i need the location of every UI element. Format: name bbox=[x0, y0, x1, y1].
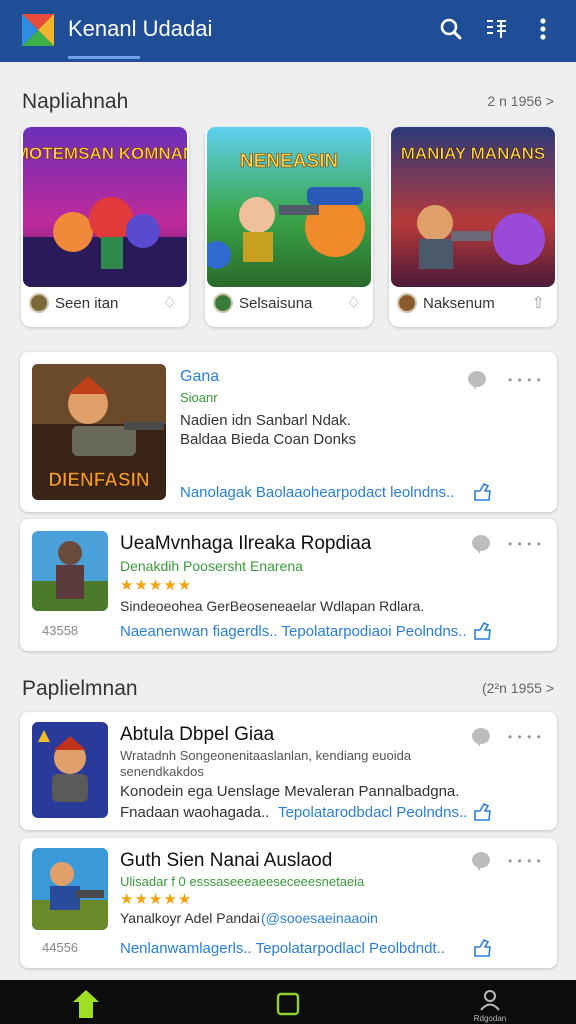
share-icon[interactable] bbox=[472, 621, 492, 641]
developer-avatar bbox=[29, 293, 49, 313]
more-vert-icon[interactable] bbox=[528, 14, 558, 44]
comment-icon[interactable] bbox=[468, 371, 486, 390]
cover-title-text: NENEASIN bbox=[240, 151, 338, 172]
cover-title-text: MANIAY MANANS bbox=[401, 144, 546, 163]
more-dots-icon[interactable]: • • • • bbox=[508, 730, 542, 744]
card-description: Yanalkoyr Adel Pandai bbox=[120, 910, 260, 926]
app-title: Kenanl Udadai bbox=[68, 16, 213, 41]
featured-card[interactable]: NENEASIN Selsaisuna ♢ bbox=[205, 127, 373, 327]
card-link-prefix: Fnadaan waohagada.. bbox=[120, 804, 270, 821]
card-link[interactable]: Nenlanwamlagerls.. Tepolatarpodlacl Peol… bbox=[120, 940, 445, 957]
rating-stars: ★★★★★ bbox=[120, 577, 193, 594]
section-see-more[interactable]: (2²n 1955 > bbox=[482, 680, 554, 696]
card-subtitle: Sioanr bbox=[180, 390, 218, 405]
grid-icon[interactable] bbox=[482, 14, 512, 44]
more-dots-icon[interactable]: • • • • bbox=[508, 373, 542, 387]
share-icon[interactable] bbox=[472, 802, 492, 822]
card-title[interactable]: UeaMvnhaga Ilreaka Ropdiaa bbox=[120, 533, 371, 555]
profile-label: Rdgodan bbox=[473, 1014, 507, 1023]
card-subtitle: Ulisadar f 0 esssaseeeaeeseceeesnetaeia bbox=[120, 874, 365, 889]
card-description: Sindeoeohea GerBeoseneaelar Wdlapan Rdla… bbox=[120, 598, 425, 614]
home-icon[interactable] bbox=[68, 988, 104, 1020]
section-title: Napliahnah bbox=[22, 90, 129, 113]
game-cover-image: NENEASIN bbox=[207, 127, 371, 287]
share-icon[interactable]: ⇧ bbox=[532, 293, 545, 313]
thumbnail-title-text: DIENFASIN bbox=[48, 470, 149, 491]
share-icon[interactable] bbox=[472, 938, 492, 958]
game-cover-image: MANIAY MANANS bbox=[391, 127, 555, 287]
cover-title-text: MOTEMSAN KOMNAN bbox=[23, 144, 187, 163]
comment-icon[interactable] bbox=[472, 852, 490, 871]
card-link[interactable]: Naeanenwan fiagerdls.. Tepolatarpodiaoi … bbox=[120, 623, 467, 640]
card-inline-link[interactable]: (@sooesaeinaaoin bbox=[261, 910, 378, 926]
card-title[interactable]: Abtula Dbpel Giaa bbox=[120, 724, 274, 746]
app-logo-icon bbox=[22, 14, 54, 46]
download-count: 43558 bbox=[42, 623, 79, 638]
section-see-more[interactable]: 2 n 1956 > bbox=[484, 93, 554, 109]
developer-avatar bbox=[213, 293, 233, 313]
game-name: Selsaisuna bbox=[239, 295, 313, 312]
rating-stars: ★★★★★ bbox=[120, 891, 193, 908]
square-icon[interactable] bbox=[270, 988, 306, 1020]
card-title[interactable]: Guth Sien Nanai Auslaod bbox=[120, 850, 332, 872]
title-underline bbox=[68, 56, 140, 59]
game-thumbnail: DIENFASIN bbox=[32, 364, 166, 500]
card-description: Konodein ega Uenslage Mevaleran Pannalba… bbox=[120, 783, 460, 800]
game-thumbnail bbox=[32, 531, 108, 611]
more-dots-icon[interactable]: • • • • bbox=[508, 854, 542, 868]
game-name: Naksenum bbox=[423, 295, 495, 312]
game-thumbnail bbox=[32, 848, 108, 930]
more-dots-icon[interactable]: • • • • bbox=[508, 537, 542, 551]
game-thumbnail bbox=[32, 722, 108, 818]
bookmark-icon[interactable]: ♢ bbox=[163, 293, 177, 313]
card-description: Wratadnh Songeonenitaaslanlan, kendiang … bbox=[120, 748, 412, 763]
card-description: Nadien idn Sanbarl Ndak. bbox=[180, 412, 351, 429]
search-icon[interactable] bbox=[436, 14, 466, 44]
comment-icon[interactable] bbox=[472, 728, 490, 747]
developer-avatar bbox=[397, 293, 417, 313]
profile-icon[interactable] bbox=[472, 984, 508, 1016]
card-link[interactable]: Nanolagak Baolaaohearpodact leolndns.. bbox=[180, 484, 454, 501]
comment-icon[interactable] bbox=[472, 535, 490, 554]
app-header: Kenanl Udadai bbox=[0, 0, 576, 62]
card-link[interactable]: Tepolatarodbdacl Peolndns.. bbox=[278, 804, 467, 821]
card-title[interactable]: Gana bbox=[180, 368, 219, 386]
bottom-navigation: Rdgodan bbox=[0, 980, 576, 1024]
card-description: Baldaa Bieda Coan Donks bbox=[180, 431, 356, 448]
game-cover-image: MOTEMSAN KOMNAN bbox=[23, 127, 187, 287]
list-item[interactable]: DIENFASIN Gana Sioanr Nadien idn Sanbarl… bbox=[20, 352, 557, 512]
section-title: Paplielmnan bbox=[22, 677, 138, 700]
list-item[interactable]: UeaMvnhaga Ilreaka Ropdiaa Denakdih Poos… bbox=[20, 519, 557, 651]
card-subtitle: Denakdih Poosersht Enarena bbox=[120, 558, 303, 574]
share-icon[interactable] bbox=[472, 482, 492, 502]
featured-card[interactable]: MANIAY MANANS Naksenum ⇧ bbox=[389, 127, 557, 327]
card-description: senendkakdos bbox=[120, 764, 204, 779]
download-count: 44556 bbox=[42, 940, 79, 955]
list-item[interactable]: Abtula Dbpel Giaa Wratadnh Songeonenitaa… bbox=[20, 712, 557, 830]
bookmark-icon[interactable]: ♢ bbox=[347, 293, 361, 313]
list-item[interactable]: Guth Sien Nanai Auslaod Ulisadar f 0 ess… bbox=[20, 838, 557, 968]
featured-card[interactable]: MOTEMSAN KOMNAN Seen itan ♢ bbox=[21, 127, 189, 327]
game-name: Seen itan bbox=[55, 295, 119, 312]
